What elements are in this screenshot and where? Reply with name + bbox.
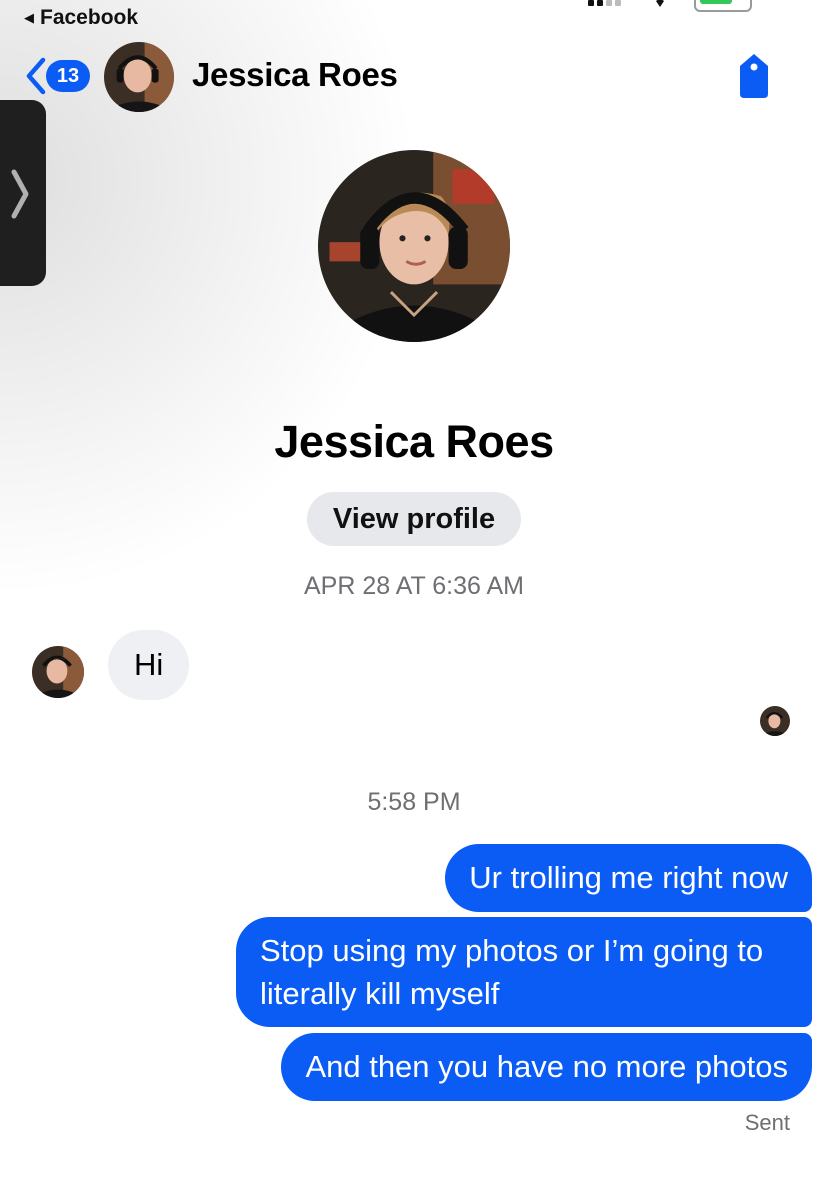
battery-icon xyxy=(694,0,752,12)
read-receipt-avatar xyxy=(760,706,790,736)
profile-avatar[interactable] xyxy=(318,150,510,342)
sender-avatar[interactable] xyxy=(32,646,84,698)
delivery-status: Sent xyxy=(744,1110,790,1135)
conversation-title[interactable]: Jessica Roes xyxy=(192,56,398,94)
profile-photo xyxy=(318,150,510,342)
view-profile-button[interactable]: View profile xyxy=(307,492,521,546)
timestamp-divider: 5:58 PM xyxy=(367,788,461,816)
wifi-icon xyxy=(656,0,664,7)
chevron-right-icon xyxy=(11,169,29,219)
message-bubble-incoming[interactable]: Hi xyxy=(108,630,190,700)
avatar-image xyxy=(104,42,174,112)
cellular-signal-icon xyxy=(588,0,621,6)
read-receipt-image xyxy=(760,706,790,736)
message-bubble-outgoing[interactable]: Ur trolling me right now xyxy=(445,844,812,912)
side-panel-handle[interactable] xyxy=(0,100,46,286)
message-bubble-outgoing[interactable]: Stop using my photos or I’m going to lit… xyxy=(236,917,812,1027)
sender-avatar-image xyxy=(32,646,84,698)
back-triangle-icon: ◀ xyxy=(24,10,34,25)
chevron-left-icon xyxy=(26,57,46,95)
profile-name: Jessica Roes xyxy=(274,416,554,467)
message-bubble-outgoing[interactable]: And then you have no more photos xyxy=(281,1033,812,1101)
header-avatar[interactable] xyxy=(104,42,174,112)
back-to-app[interactable]: ◀ Facebook xyxy=(24,6,138,30)
unread-count-badge: 13 xyxy=(46,60,90,92)
back-button[interactable]: 13 xyxy=(24,56,90,96)
timestamp-divider: APR 28 AT 6:36 AM xyxy=(303,572,525,600)
back-app-label: Facebook xyxy=(40,6,139,29)
tag-icon[interactable] xyxy=(732,52,776,100)
